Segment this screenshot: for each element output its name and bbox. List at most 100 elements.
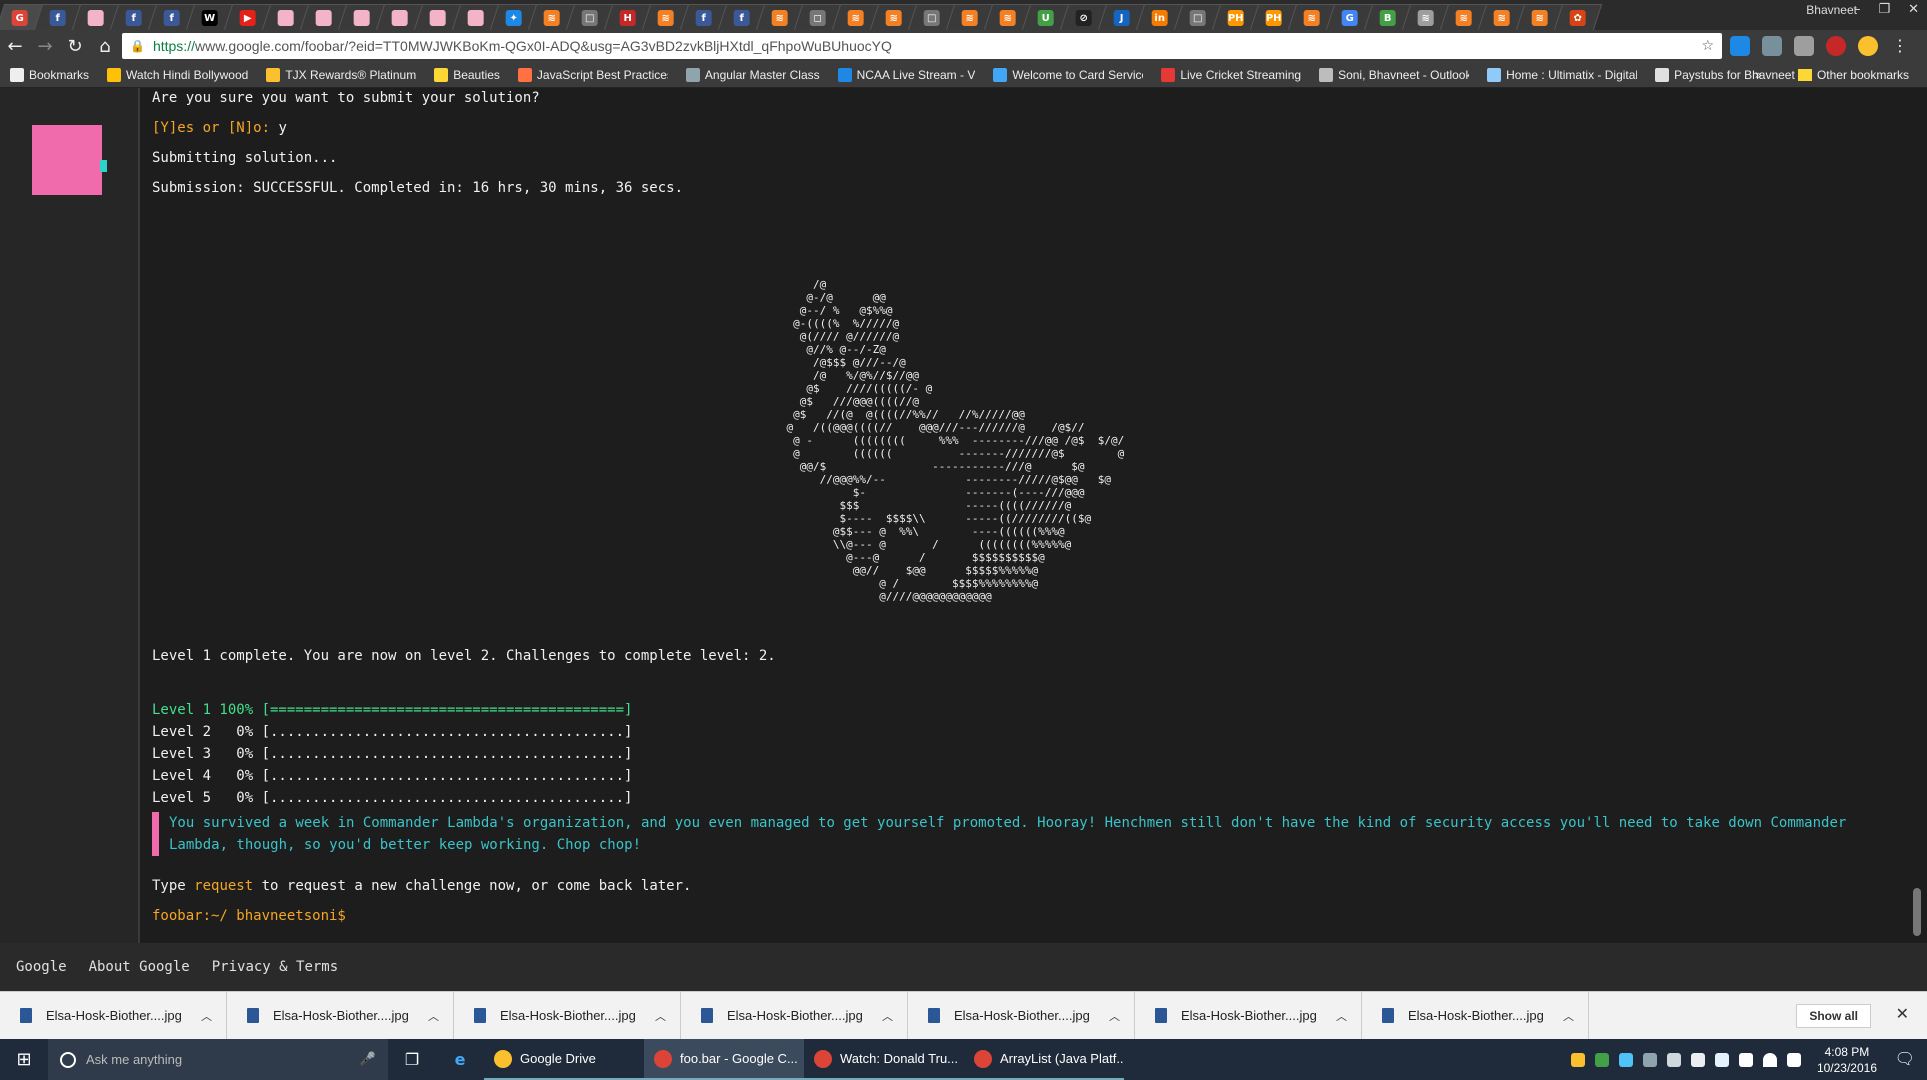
back-icon[interactable]: ← bbox=[0, 36, 30, 57]
microphone-icon[interactable]: 🎤 bbox=[360, 1052, 376, 1067]
chevron-up-icon[interactable]: ︿ bbox=[1109, 1008, 1120, 1024]
request-instruction: Type request to request a new challenge … bbox=[152, 878, 691, 894]
tab-favicon-icon: ◻ bbox=[809, 9, 826, 26]
reload-icon[interactable]: ↻ bbox=[60, 36, 90, 57]
extension-s-icon[interactable] bbox=[1762, 36, 1782, 56]
close-icon[interactable]: ✕ bbox=[1908, 2, 1919, 17]
wifi-icon[interactable] bbox=[1762, 1052, 1777, 1067]
display-tray-icon[interactable] bbox=[1642, 1052, 1657, 1067]
bookmarks-overflow-icon[interactable]: » bbox=[1755, 68, 1762, 82]
bookmark-icon bbox=[993, 67, 1008, 82]
taskbar-app[interactable]: foo.bar - Google C... bbox=[644, 1039, 804, 1080]
restore-icon[interactable]: ❐ bbox=[1878, 2, 1890, 17]
foobar-page: Are you sure you want to submit your sol… bbox=[0, 88, 1927, 943]
task-view-icon[interactable]: ❐ bbox=[388, 1039, 436, 1080]
profile-name[interactable]: Bhavneet bbox=[1806, 3, 1857, 17]
home-icon[interactable]: ⌂ bbox=[90, 36, 120, 57]
tab-favicon-icon: □ bbox=[1189, 9, 1206, 26]
tab-favicon-icon: ≋ bbox=[1493, 9, 1510, 26]
download-item[interactable]: Elsa-Hosk-Biother....jpg ︿ bbox=[1135, 991, 1362, 1040]
browser-tab[interactable]: ✿ bbox=[1553, 4, 1603, 30]
volume-icon[interactable] bbox=[1786, 1052, 1801, 1067]
tab-favicon-icon: ⊘ bbox=[1075, 9, 1092, 26]
battery-icon[interactable] bbox=[1738, 1052, 1753, 1067]
tab-favicon-icon: G bbox=[11, 9, 28, 26]
minimize-icon[interactable]: – bbox=[1854, 2, 1861, 17]
chevron-up-icon[interactable]: ︿ bbox=[201, 1008, 212, 1024]
download-item[interactable]: Elsa-Hosk-Biother....jpg ︿ bbox=[0, 991, 227, 1040]
show-all-button[interactable]: Show all bbox=[1796, 1004, 1871, 1028]
download-item[interactable]: Elsa-Hosk-Biother....jpg ︿ bbox=[227, 991, 454, 1040]
menu-icon[interactable]: ⋮ bbox=[1890, 36, 1910, 56]
close-icon[interactable]: ✕ bbox=[1896, 1004, 1909, 1023]
download-item[interactable]: Elsa-Hosk-Biother....jpg ︿ bbox=[1362, 991, 1589, 1040]
footer-link-about[interactable]: About Google bbox=[89, 959, 190, 975]
app-tray-icon[interactable] bbox=[1666, 1052, 1681, 1067]
footer-link-privacy[interactable]: Privacy & Terms bbox=[212, 959, 338, 975]
tab-favicon-icon: ≋ bbox=[847, 9, 864, 26]
drive-icon[interactable] bbox=[1794, 36, 1814, 56]
shell-prompt[interactable]: foobar:~/ bhavneetsoni$ bbox=[152, 908, 346, 924]
bookmark-item[interactable]: Paystubs for Bhavneet bbox=[1655, 67, 1795, 82]
extension-yellow-icon[interactable] bbox=[1858, 36, 1878, 56]
bookmark-item[interactable]: Home : Ultimatix - Digital bbox=[1487, 67, 1637, 82]
clock[interactable]: 4:08 PM 10/23/2016 bbox=[1817, 1044, 1877, 1076]
download-item[interactable]: Elsa-Hosk-Biother....jpg ︿ bbox=[454, 991, 681, 1040]
drive-tray-icon[interactable] bbox=[1570, 1052, 1585, 1067]
notifications-icon[interactable]: 🗨 bbox=[1895, 1049, 1915, 1068]
bookmark-item[interactable]: Live Cricket Streaming bbox=[1161, 67, 1301, 82]
onedrive-tray-icon[interactable] bbox=[1714, 1052, 1729, 1067]
bookmark-icon bbox=[1487, 67, 1502, 82]
terminal[interactable]: Are you sure you want to submit your sol… bbox=[140, 88, 1910, 943]
browser-toolbar: ← → ↻ ⌂ 🔒 https:// www.google.com/foobar… bbox=[0, 30, 1927, 62]
download-item[interactable]: Elsa-Hosk-Biother....jpg ︿ bbox=[681, 991, 908, 1040]
cortana-search[interactable]: Ask me anything 🎤 bbox=[48, 1039, 388, 1080]
submitting-text: Submitting solution... bbox=[152, 150, 338, 166]
chevron-up-icon[interactable]: ︿ bbox=[1563, 1008, 1574, 1024]
windows-start-icon[interactable]: ⊞ bbox=[0, 1039, 48, 1080]
shield-tray-icon[interactable] bbox=[1690, 1052, 1705, 1067]
footer-link-google[interactable]: Google bbox=[16, 959, 67, 975]
bookmark-item[interactable]: TJX Rewards® Platinum bbox=[266, 67, 416, 82]
chevron-up-icon[interactable]: ︿ bbox=[1336, 1008, 1347, 1024]
bookmark-item[interactable]: Beauties bbox=[434, 67, 500, 82]
adblock-icon[interactable] bbox=[1826, 36, 1846, 56]
clock-time: 4:08 PM bbox=[1824, 1044, 1870, 1059]
tab-favicon-icon: ≋ bbox=[543, 9, 560, 26]
level-progress-row: Level 1 100% [==========================… bbox=[152, 702, 633, 718]
scrollbar[interactable] bbox=[1913, 888, 1921, 936]
dropbox-icon[interactable] bbox=[1730, 36, 1750, 56]
yes-no-prompt: [Y]es or [N]o: bbox=[152, 120, 279, 136]
address-bar[interactable]: 🔒 https:// www.google.com/foobar/?eid=TT… bbox=[122, 33, 1722, 59]
download-item[interactable]: Elsa-Hosk-Biother....jpg ︿ bbox=[908, 991, 1135, 1040]
sidebar bbox=[0, 88, 140, 943]
taskbar-app[interactable]: Watch: Donald Tru... bbox=[804, 1039, 964, 1080]
chevron-up-icon[interactable]: ︿ bbox=[655, 1008, 666, 1024]
bookmark-item[interactable]: NCAA Live Stream - V bbox=[837, 67, 975, 82]
chevron-up-icon[interactable]: ︿ bbox=[882, 1008, 893, 1024]
network-tray-icon[interactable] bbox=[1618, 1052, 1633, 1067]
chevron-up-icon[interactable]: ︿ bbox=[428, 1008, 439, 1024]
taskbar-app[interactable]: Google Drive bbox=[484, 1039, 644, 1080]
bookmark-item[interactable]: Welcome to Card Services bbox=[993, 67, 1143, 82]
request-command: request bbox=[194, 878, 254, 894]
taskbar-app[interactable]: ArrayList (Java Platf... bbox=[964, 1039, 1124, 1080]
tab-favicon-icon bbox=[391, 9, 408, 26]
taskbar-app-label: foo.bar - Google C... bbox=[680, 1051, 798, 1066]
bookmark-item[interactable]: Angular Master Class bbox=[685, 67, 820, 82]
forward-icon[interactable]: → bbox=[30, 36, 60, 57]
tab-favicon-icon: f bbox=[125, 9, 142, 26]
window-controls: – ❐ ✕ bbox=[1854, 2, 1919, 17]
bookmark-item[interactable]: Soni, Bhavneet - Outlook bbox=[1319, 67, 1469, 82]
bookmark-item[interactable]: Watch Hindi Bollywood bbox=[107, 67, 248, 82]
edge-icon[interactable]: e bbox=[436, 1039, 484, 1080]
story-message: You survived a week in Commander Lambda'… bbox=[152, 812, 1852, 856]
bookmark-item[interactable]: Bookmarks bbox=[10, 67, 89, 82]
other-bookmarks[interactable]: Other bookmarks bbox=[1797, 68, 1909, 82]
tab-favicon-icon: □ bbox=[581, 9, 598, 26]
lock-icon: 🔒 bbox=[130, 39, 145, 53]
tab-favicon-icon: G bbox=[1341, 9, 1358, 26]
green-tray-icon[interactable] bbox=[1594, 1052, 1609, 1067]
bookmark-star-icon[interactable]: ☆ bbox=[1701, 38, 1714, 54]
bookmark-item[interactable]: JavaScript Best Practices bbox=[517, 67, 668, 82]
